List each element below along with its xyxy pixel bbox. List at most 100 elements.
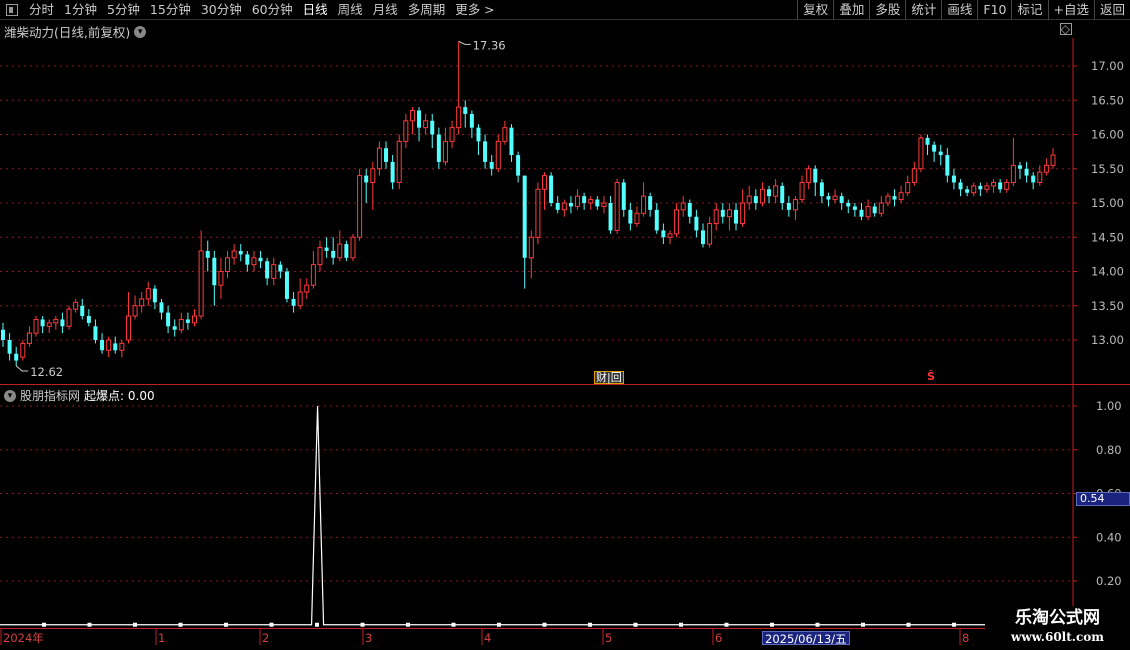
candle-body-down	[621, 182, 626, 210]
candle-body-up	[634, 212, 640, 225]
candle-body-up	[905, 181, 911, 194]
candle-body-up	[542, 175, 548, 190]
indicator-marker	[588, 622, 592, 627]
candle-body-up	[225, 257, 231, 272]
candle-body-down	[1031, 175, 1036, 183]
candle-body-up	[911, 168, 917, 183]
candle-body-up	[865, 205, 871, 218]
candle-body-down	[852, 206, 857, 210]
y-tick-label: 14.00	[1091, 265, 1124, 279]
candle-body-down	[516, 155, 521, 176]
candle-body-up	[26, 332, 32, 344]
s-signal-badge[interactable]: Ŝ	[926, 371, 936, 384]
candle-body-down	[100, 340, 105, 351]
candle-body-down	[965, 189, 970, 193]
candle-body-down	[159, 302, 164, 313]
candle-body-up	[1050, 154, 1056, 166]
candle-body-up	[53, 318, 59, 324]
candle-body-up	[376, 147, 382, 170]
indicator-marker	[679, 622, 683, 627]
indicator-source: 股朋指标网	[20, 389, 81, 403]
indicator-marker	[497, 622, 501, 627]
indicator-line	[0, 405, 1073, 626]
candle-body-down	[998, 182, 1003, 190]
candle-body-down	[522, 175, 527, 258]
candle-body-up	[132, 305, 138, 317]
sub-y-tick-label: 0.80	[1096, 443, 1122, 457]
candle-body-up	[971, 185, 977, 194]
candle-body-down	[331, 250, 336, 258]
candle-body-up	[740, 202, 746, 225]
y-tick-label: 15.50	[1091, 162, 1124, 176]
candle-body-down	[786, 203, 791, 210]
candle-body-down	[509, 127, 514, 156]
sub-y-tick-label: 0.20	[1096, 574, 1122, 588]
indicator-marker	[952, 622, 956, 627]
candle-body-down	[555, 203, 560, 210]
candle-body-down	[628, 209, 633, 224]
highlight-date: 2025/06/13/五	[762, 631, 850, 646]
candle-body-up	[1004, 181, 1010, 190]
candle-body-down	[1017, 165, 1022, 169]
candle-body-up	[396, 140, 402, 183]
candle-body-up	[713, 209, 719, 225]
candle-body-up	[680, 202, 686, 211]
candle-body-down	[113, 343, 118, 351]
candle-body-down	[819, 182, 824, 197]
candle-body-down	[245, 254, 250, 265]
candle-body-up	[119, 342, 125, 351]
candle-body-down	[80, 305, 85, 317]
candle-body-up	[409, 110, 415, 122]
candle-body-up	[918, 137, 924, 170]
candle-body-down	[846, 203, 851, 207]
candle-body-up	[46, 322, 52, 327]
low-pointer	[15, 365, 29, 372]
candle-body-up	[773, 185, 779, 197]
x-tick-label: 4	[484, 631, 491, 645]
watermark-line1: 乐淘公式网	[1015, 608, 1100, 628]
candle-body-up	[251, 257, 257, 266]
chart-canvas[interactable]: 17.00 16.50 16.00 15.50 15.00 14.50 14.00 13.50…	[0, 0, 1130, 650]
candle-body-up	[33, 318, 39, 334]
x-tick-label: 8	[962, 631, 969, 645]
indicator-marker	[178, 622, 183, 627]
candle-body-down	[384, 148, 389, 162]
indicator-marker	[861, 622, 865, 627]
indicator-marker	[42, 622, 46, 627]
candle-body-down	[205, 250, 210, 258]
candle-body-up	[667, 233, 673, 238]
candle-body-up	[73, 301, 79, 310]
indicator-marker	[542, 622, 547, 627]
candle-body-down	[945, 155, 950, 176]
y-tick-label: 15.00	[1091, 196, 1124, 210]
x-tick-label: 1	[158, 631, 165, 645]
candle-body-down	[780, 185, 785, 203]
candle-body-up	[178, 318, 184, 331]
candle-body-down	[951, 175, 956, 183]
candle-body-up	[641, 195, 647, 214]
sub-y-tick-label: 0.40	[1096, 530, 1122, 544]
candle-body-down	[324, 247, 329, 251]
candle-body-down	[694, 216, 699, 231]
candle-body-down	[582, 196, 587, 203]
candle-body-down	[40, 319, 45, 327]
candle-body-down	[938, 151, 943, 156]
finance-badge[interactable]: 财|回	[594, 371, 624, 384]
candle-body-up	[528, 236, 534, 259]
indicator-marker	[315, 622, 319, 627]
candle-body-up	[231, 250, 237, 259]
candle-body-up	[106, 339, 112, 351]
x-tick-label: 2024年	[3, 631, 44, 645]
candle-body-down	[568, 203, 573, 207]
candle-body-down	[238, 250, 243, 255]
indicator-marker	[633, 622, 638, 627]
candle-body-down	[489, 161, 494, 169]
candle-body-down	[152, 288, 157, 303]
candle-body-up	[588, 199, 594, 204]
candle-body-down	[1, 329, 5, 340]
y-tick-label: 16.00	[1091, 128, 1124, 142]
candle-body-up	[991, 181, 997, 187]
candle-body-down	[93, 326, 98, 340]
candle-body-up	[357, 175, 363, 238]
chevron-down-icon[interactable]: ▾	[4, 389, 16, 402]
